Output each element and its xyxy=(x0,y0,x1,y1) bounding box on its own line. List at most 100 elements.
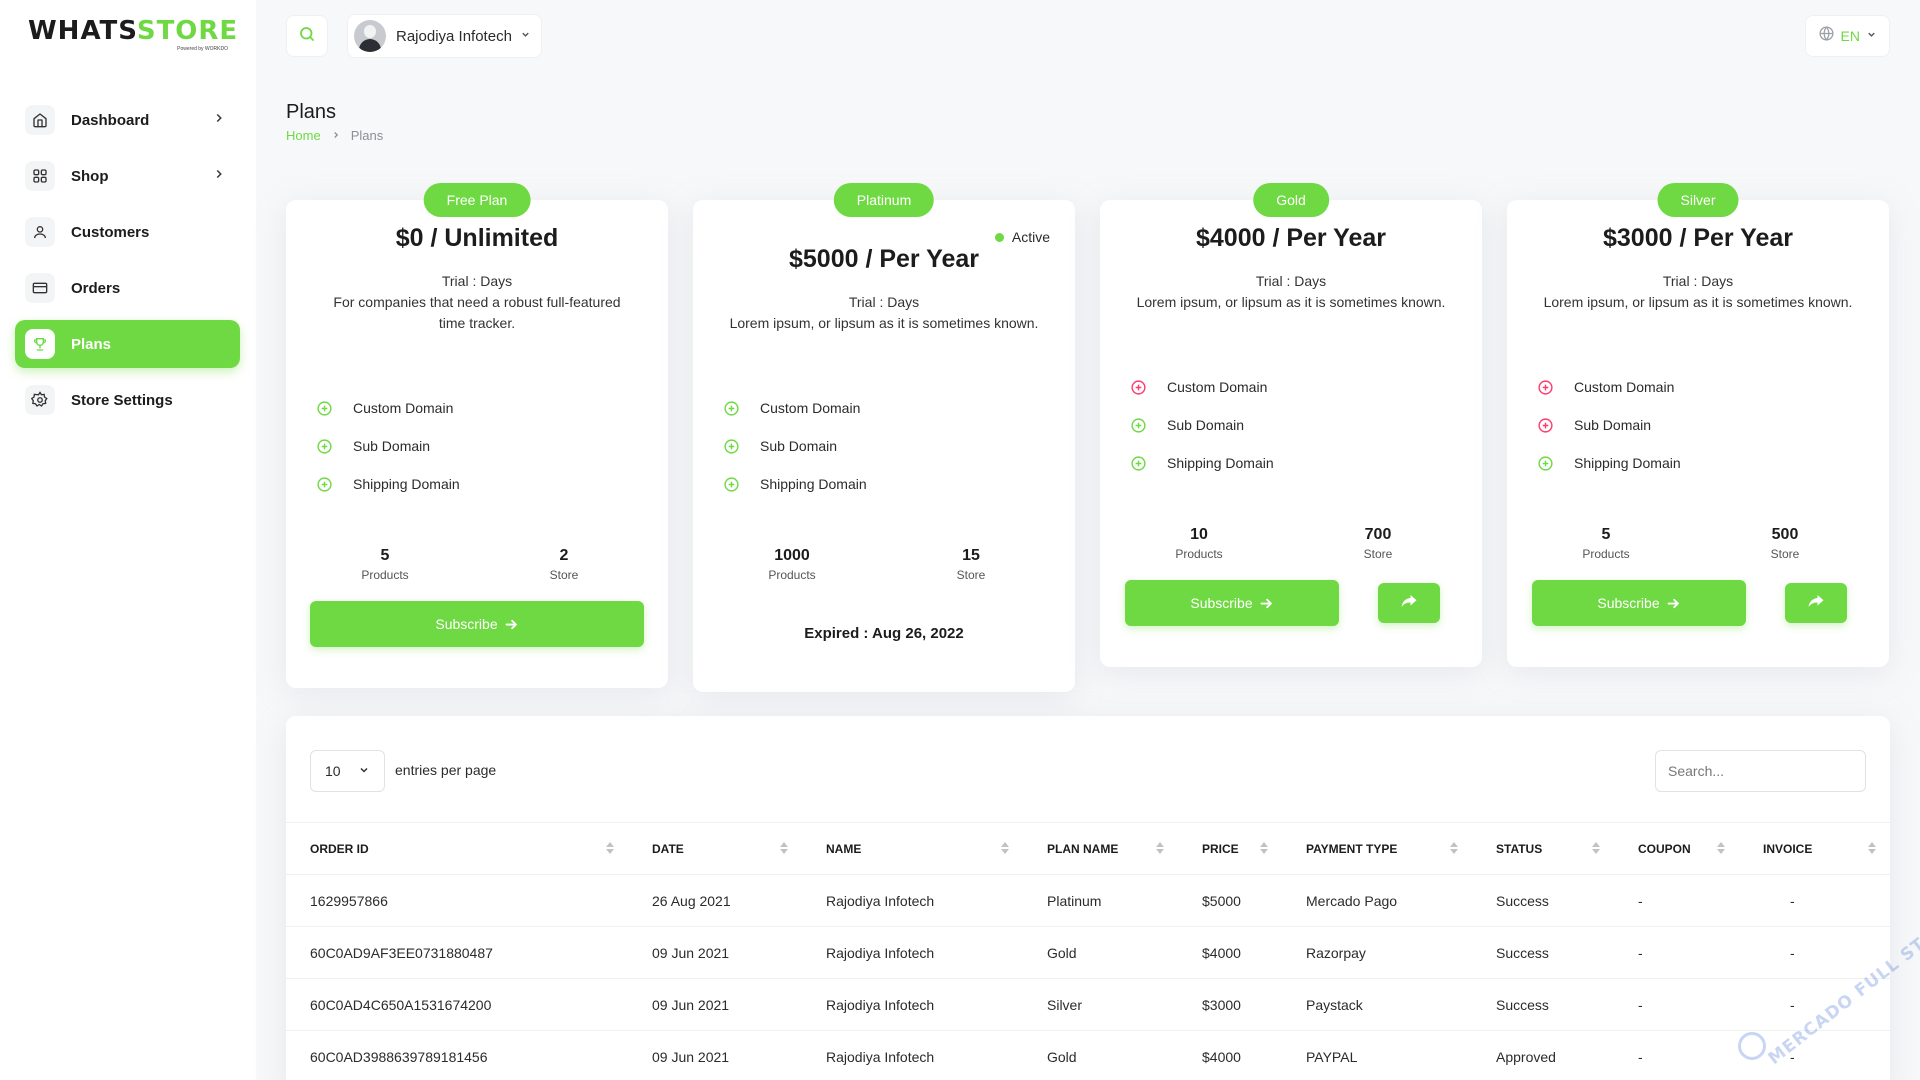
products-label: Products xyxy=(768,568,816,582)
app-logo[interactable]: WHATSSTORE Powered by WORKDO xyxy=(28,16,237,54)
cell-date: 09 Jun 2021 xyxy=(628,926,802,979)
stat-stores: 2 Store xyxy=(504,546,624,584)
logo-text-a: WHATS xyxy=(28,16,137,46)
settings-icon xyxy=(25,385,55,415)
home-icon xyxy=(25,105,55,135)
sidebar-item-label: Store Settings xyxy=(71,391,173,409)
stores-label: Store xyxy=(1770,547,1800,561)
feature-label: Shipping Domain xyxy=(760,476,867,492)
chevron-down-icon xyxy=(520,27,531,45)
column-header-order-id[interactable]: ORDER ID xyxy=(286,822,628,875)
feature-label: Sub Domain xyxy=(1167,417,1245,433)
cell-status: Approved xyxy=(1472,1030,1614,1080)
stores-label: Store xyxy=(549,568,579,582)
breadcrumb-home-link[interactable]: Home xyxy=(286,128,321,143)
share-button[interactable] xyxy=(1785,583,1847,623)
column-header-plan-name[interactable]: PLAN NAME xyxy=(1023,822,1178,875)
cell-status: Success xyxy=(1472,926,1614,979)
grid-icon xyxy=(25,161,55,191)
entries-value: 10 xyxy=(325,763,341,779)
products-label: Products xyxy=(1175,547,1223,561)
sort-icon xyxy=(1868,842,1876,854)
sort-icon xyxy=(1260,842,1268,854)
chevron-right-icon xyxy=(212,167,226,186)
cell-name: Rajodiya Infotech xyxy=(802,926,1023,979)
plan-description: Lorem ipsum, or lipsum as it is sometime… xyxy=(729,315,1039,331)
feature-label: Sub Domain xyxy=(1574,417,1652,433)
plan-trial: Trial : Days xyxy=(1662,273,1734,289)
column-header-status[interactable]: STATUS xyxy=(1472,822,1614,875)
stores-count: 15 xyxy=(962,547,980,564)
entries-per-page-select[interactable]: 10 xyxy=(310,750,385,792)
user-icon xyxy=(25,217,55,247)
feature-list: Custom Domain Sub Domain Shipping Domain xyxy=(1130,368,1274,482)
plus-circle-icon xyxy=(1130,379,1147,396)
cell-order-id: 1629957866 xyxy=(286,874,628,927)
sort-icon xyxy=(1717,842,1725,854)
column-header-invoice[interactable]: INVOICE xyxy=(1739,822,1890,875)
globe-icon xyxy=(1818,25,1835,47)
credit-card-icon xyxy=(25,273,55,303)
column-header-price[interactable]: PRICE xyxy=(1178,822,1282,875)
cell-price: $4000 xyxy=(1178,926,1282,979)
arrow-right-icon xyxy=(1259,596,1274,611)
subscribe-button[interactable]: Subscribe xyxy=(310,601,644,647)
language-selector[interactable]: EN xyxy=(1804,15,1890,57)
sidebar-item-shop[interactable]: Shop xyxy=(15,152,240,200)
sidebar-item-label: Customers xyxy=(71,223,150,241)
cell-coupon: - xyxy=(1614,926,1739,979)
plan-price: $5000 / Per Year xyxy=(789,245,979,273)
breadcrumb-current: Plans xyxy=(350,128,384,143)
table-row: 60C0AD4C650A1531674200 09 Jun 2021 Rajod… xyxy=(286,978,1890,1031)
subscribe-button[interactable]: Subscribe xyxy=(1125,580,1339,626)
feature-item: Sub Domain xyxy=(723,427,867,465)
plus-circle-icon xyxy=(723,400,740,417)
sidebar-item-orders[interactable]: Orders xyxy=(15,264,240,312)
plan-badge: Platinum xyxy=(833,183,935,217)
stores-count: 2 xyxy=(559,547,569,564)
subscribe-button[interactable]: Subscribe xyxy=(1532,580,1746,626)
plus-circle-icon xyxy=(316,438,333,455)
feature-item: Shipping Domain xyxy=(1537,444,1681,482)
column-header-date[interactable]: DATE xyxy=(628,822,802,875)
sidebar-item-store-settings[interactable]: Store Settings xyxy=(15,376,240,424)
cell-price: $4000 xyxy=(1178,1030,1282,1080)
plan-card-silver: Silver $3000 / Per Year Trial : Days Lor… xyxy=(1507,183,1889,667)
cell-order-id: 60C0AD3988639789181456 xyxy=(286,1030,628,1080)
user-name: Rajodiya Infotech xyxy=(396,27,512,45)
cell-order-id: 60C0AD9AF3EE0731880487 xyxy=(286,926,628,979)
plans-row: Free Plan $0 / Unlimited Trial : Days Fo… xyxy=(286,183,1890,692)
sidebar-item-label: Orders xyxy=(71,279,121,297)
sidebar-item-label: Shop xyxy=(71,167,109,185)
cell-price: $3000 xyxy=(1178,978,1282,1031)
feature-list: Custom Domain Sub Domain Shipping Domain xyxy=(723,389,867,503)
sidebar-item-plans[interactable]: Plans xyxy=(15,320,240,368)
column-header-coupon[interactable]: COUPON xyxy=(1614,822,1739,875)
products-label: Products xyxy=(1582,547,1630,561)
cell-coupon: - xyxy=(1614,874,1739,927)
table-row: 60C0AD3988639789181456 09 Jun 2021 Rajod… xyxy=(286,1030,1890,1080)
products-label: Products xyxy=(361,568,409,582)
subscribe-label: Subscribe xyxy=(1597,595,1660,611)
cell-order-id: 60C0AD4C650A1531674200 xyxy=(286,978,628,1031)
share-icon xyxy=(1400,592,1418,615)
plus-circle-icon xyxy=(1537,455,1554,472)
sidebar-item-dashboard[interactable]: Dashboard xyxy=(15,96,240,144)
sidebar-item-customers[interactable]: Customers xyxy=(15,208,240,256)
header-search-button[interactable] xyxy=(286,15,328,57)
cell-payment-type: Razorpay xyxy=(1282,926,1472,979)
plus-circle-icon xyxy=(723,476,740,493)
share-icon xyxy=(1807,592,1825,615)
feature-item: Custom Domain xyxy=(1537,368,1681,406)
subscribe-label: Subscribe xyxy=(1190,595,1253,611)
stat-stores: 700 Store xyxy=(1318,525,1438,563)
plan-trial: Trial : Days xyxy=(1255,273,1327,289)
share-button[interactable] xyxy=(1378,583,1440,623)
user-menu-button[interactable]: Rajodiya Infotech xyxy=(347,14,542,58)
column-header-name[interactable]: NAME xyxy=(802,822,1023,875)
stat-stores: 15 Store xyxy=(911,546,1031,584)
table-search-input[interactable] xyxy=(1655,750,1866,792)
column-header-payment-type[interactable]: PAYMENT TYPE xyxy=(1282,822,1472,875)
feature-item: Shipping Domain xyxy=(1130,444,1274,482)
cell-plan-name: Gold xyxy=(1023,1030,1178,1080)
